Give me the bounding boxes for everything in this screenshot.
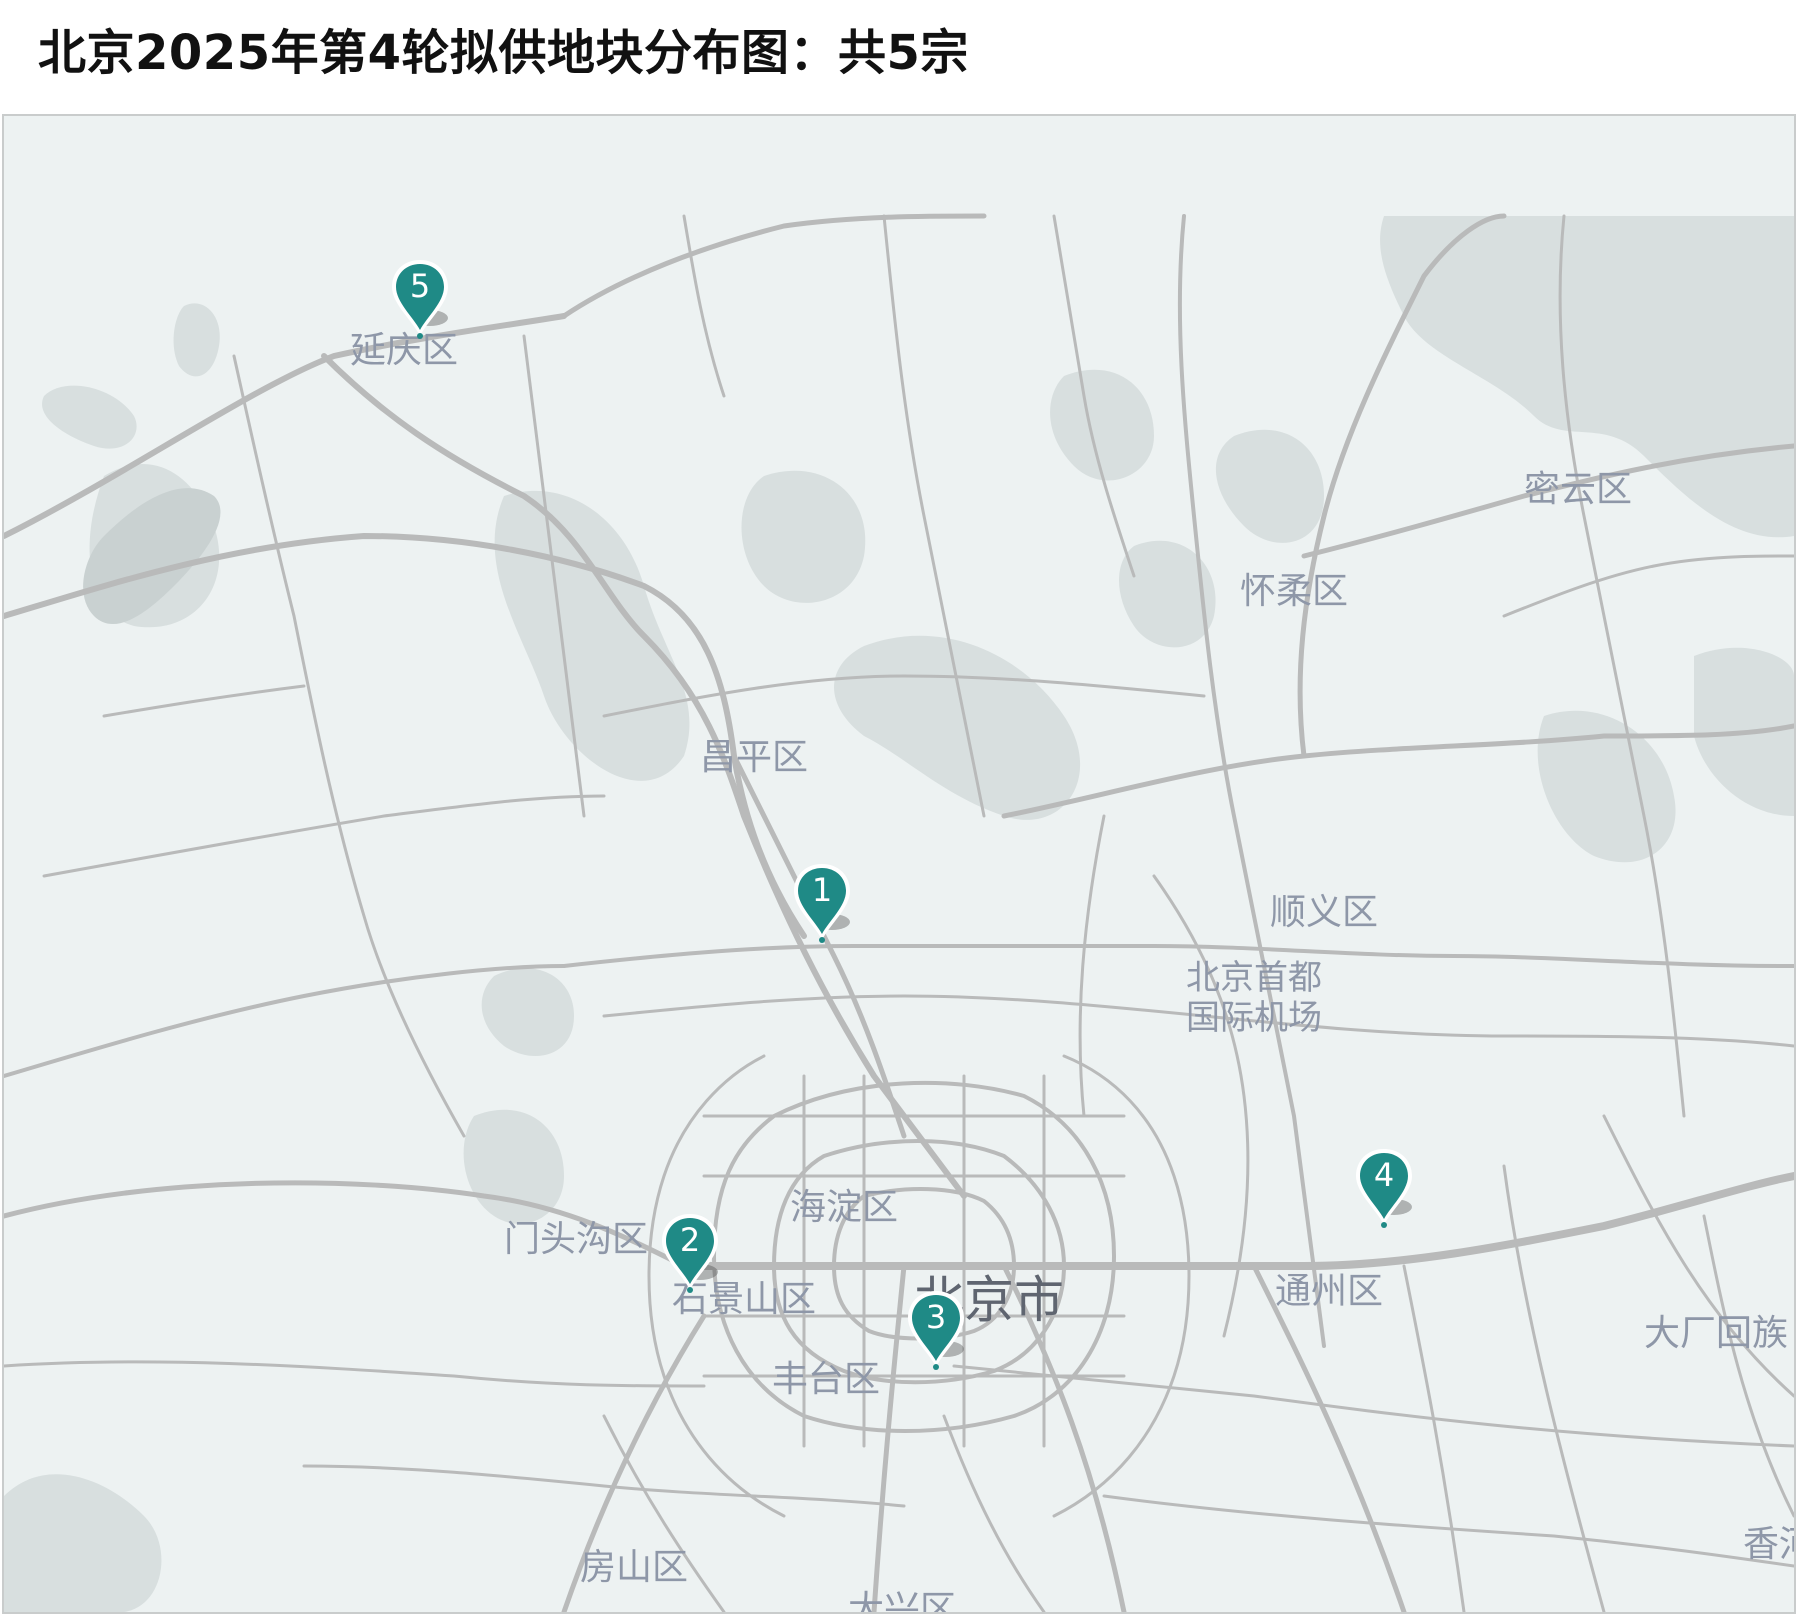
place-label-daxing: 大兴区 (847, 1589, 957, 1614)
place-label-tongzhou: 通州区 (1274, 1271, 1384, 1312)
place-label-fengtai: 丰台区 (771, 1359, 881, 1400)
map-title: 北京2025年第4轮拟供地块分布图：共5宗 (38, 25, 969, 81)
place-label-haidian: 海淀区 (789, 1187, 899, 1228)
place-label-airport: 北京首都国际机场 (1186, 958, 1322, 1038)
marker-number: 2 (679, 1221, 701, 1259)
marker-number: 3 (925, 1298, 947, 1336)
place-label-xianghe: 香河 (1742, 1524, 1794, 1565)
marker-number: 4 (1373, 1156, 1395, 1194)
land-parcel-marker-3[interactable]: 3 (906, 1287, 970, 1371)
land-parcel-marker-5[interactable]: 5 (390, 256, 454, 340)
marker-number: 5 (409, 267, 431, 305)
land-parcel-marker-1[interactable]: 1 (792, 860, 856, 944)
place-label-fangshan: 房山区 (579, 1547, 689, 1588)
place-label-miyun: 密云区 (1523, 469, 1633, 510)
base-map (4, 116, 1794, 1612)
land-parcel-marker-2[interactable]: 2 (660, 1210, 724, 1294)
place-label-huairou: 怀柔区 (1239, 571, 1349, 612)
place-label-changping: 昌平区 (699, 737, 809, 778)
map-view[interactable]: 延庆区 密云区 怀柔区 昌平区 顺义区 北京首都国际机场 海淀区 门头沟区 石景… (2, 114, 1796, 1614)
place-label-dachang: 大厂回族 (1643, 1313, 1789, 1354)
place-label-shunyi: 顺义区 (1269, 892, 1379, 933)
place-label-mentougou: 门头沟区 (503, 1219, 649, 1260)
marker-number: 1 (811, 871, 833, 909)
land-parcel-marker-4[interactable]: 4 (1354, 1145, 1418, 1229)
